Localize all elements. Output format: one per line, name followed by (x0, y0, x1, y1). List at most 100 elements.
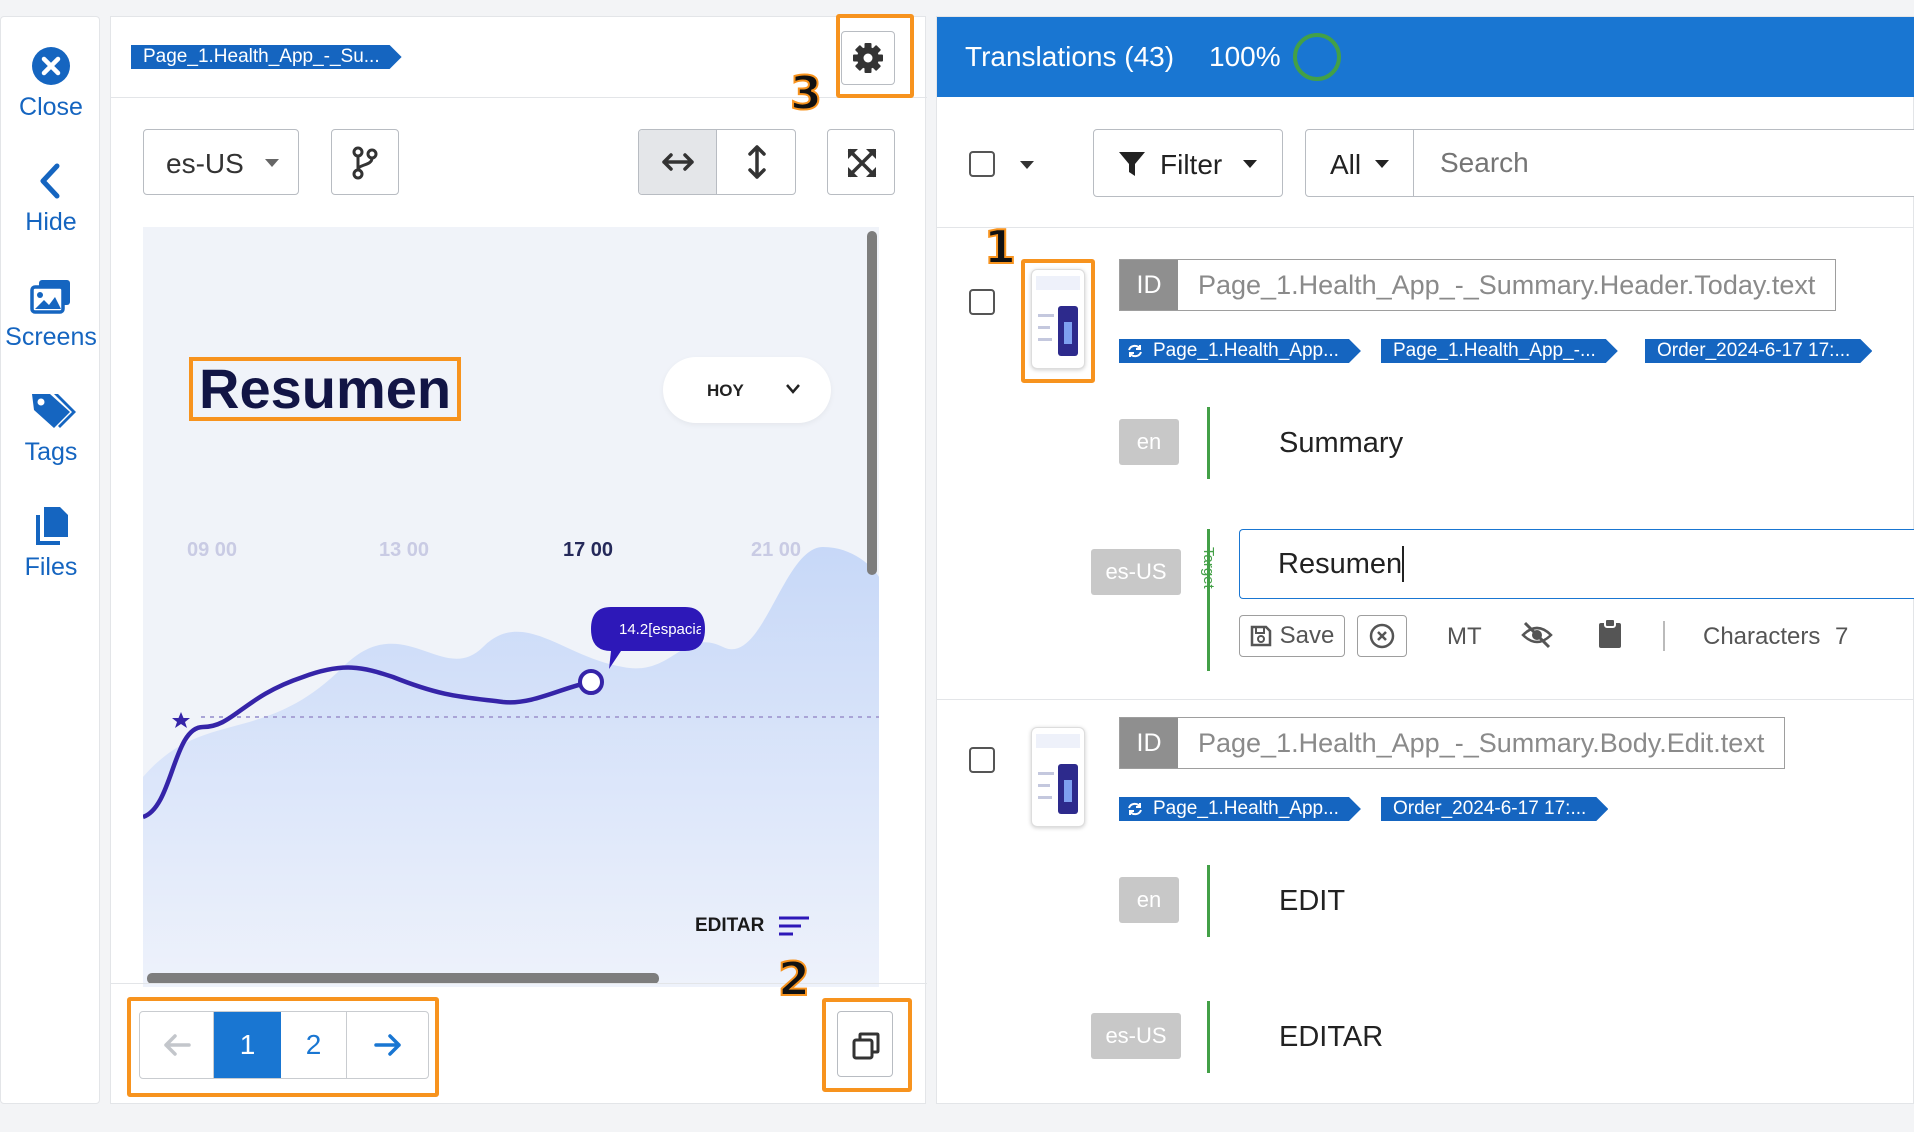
screen-title: Resumen (189, 357, 462, 421)
source-bar (1207, 865, 1210, 937)
characters-label: Characters (1703, 623, 1821, 650)
annotation-2: 2 (777, 951, 811, 1007)
sync-icon (1127, 802, 1143, 816)
expand-button[interactable] (827, 129, 895, 195)
target-input[interactable]: Resumen (1239, 529, 1914, 599)
fit-toggle-group (638, 129, 796, 195)
toolbar-divider (937, 227, 1914, 228)
entry-checkbox[interactable] (969, 747, 995, 773)
rail-screens[interactable]: Screens (1, 275, 101, 352)
rail-screens-label: Screens (5, 323, 97, 351)
translations-panel: Translations (43) 100% Filter All ID Pag… (936, 16, 1914, 1104)
annotation-3: 3 (789, 65, 823, 121)
pagination-page-1[interactable]: 1 (214, 1012, 281, 1078)
pagination: 1 2 (139, 1011, 429, 1079)
eye-slash-icon[interactable] (1521, 621, 1553, 649)
preview-panel: Page_1.Health_App_-_Su... es-US Resumen … (110, 16, 927, 1104)
scope-select[interactable]: All (1306, 130, 1414, 196)
pagination-page-2[interactable]: 2 (281, 1012, 347, 1078)
vertical-scrollbar[interactable] (867, 231, 877, 575)
images-icon (30, 275, 72, 317)
action-divider (1663, 621, 1665, 651)
screen-period-label: HOY (707, 381, 744, 400)
source-bar (1207, 407, 1210, 479)
source-lang-badge: en (1119, 419, 1179, 465)
pagination-next[interactable] (347, 1012, 428, 1078)
target-text[interactable]: EDITAR (1279, 1021, 1383, 1054)
menu-lines-icon (779, 916, 809, 936)
tag-chip[interactable]: Page_1.Health_App... (1119, 339, 1361, 363)
rail-files[interactable]: Files (1, 505, 101, 582)
arrows-horizontal-icon (662, 153, 694, 171)
entry-checkbox[interactable] (969, 289, 995, 315)
search-input[interactable] (1416, 132, 1896, 194)
progress-ring-icon (1293, 33, 1341, 81)
string-id: ID Page_1.Health_App_-_Summary.Body.Edit… (1119, 717, 1786, 769)
entry-divider (937, 699, 1914, 700)
tag-chip[interactable]: Page_1.Health_App... (1119, 797, 1361, 821)
save-button-label: Save (1279, 622, 1335, 649)
rail-tags-label: Tags (24, 438, 78, 466)
screen-thumbnail[interactable] (1031, 269, 1085, 369)
settings-highlight (836, 14, 914, 98)
translation-entry: ID Page_1.Health_App_-_Summary.Body.Edit… (937, 701, 1914, 1101)
tag-chip[interactable]: Page_1.Health_App_-... (1381, 339, 1618, 363)
tags-icon (30, 390, 76, 432)
clipboard-icon[interactable] (1597, 617, 1623, 649)
value-bubble-text: 14.2[espaciado:-15PERCENT:] (619, 621, 701, 638)
source-text: Summary (1279, 427, 1404, 459)
time-label: 13 00 (379, 539, 430, 561)
fit-width-button[interactable] (639, 130, 717, 194)
tag-chip-label: Page_1.Health_App... (1153, 340, 1339, 361)
sync-icon (1127, 344, 1143, 358)
pagination-prev[interactable] (140, 1012, 214, 1078)
rail-files-label: Files (24, 553, 78, 581)
tag-chip[interactable]: Order_2024-6-17 17:... (1381, 797, 1608, 821)
string-id: ID Page_1.Health_App_-_Summary.Header.To… (1119, 259, 1837, 311)
caret-down-icon (265, 159, 279, 167)
caret-down-icon[interactable] (1019, 160, 1035, 170)
caret-down-icon (1243, 160, 1257, 168)
files-icon (30, 505, 72, 547)
chevron-down-icon (786, 384, 800, 394)
annotation-1: 1 (983, 219, 1017, 275)
tag-chip[interactable]: Order_2024-6-17 17:... (1645, 339, 1872, 363)
filter-icon (1119, 152, 1145, 176)
tag-chip-label: Page_1.Health_App... (1153, 798, 1339, 819)
select-all-checkbox[interactable] (969, 151, 995, 177)
target-lang-badge: es-US (1091, 1013, 1181, 1059)
expand-arrows-icon (847, 148, 877, 178)
screen-thumbnail[interactable] (1031, 727, 1085, 827)
branch-button[interactable] (331, 129, 399, 195)
screen-edit-label: EDITAR (695, 915, 765, 936)
locale-select[interactable]: es-US (143, 129, 299, 195)
string-id-label: ID (1120, 260, 1178, 310)
caret-down-icon (1375, 160, 1389, 168)
filter-button[interactable]: Filter (1093, 129, 1283, 197)
time-label: 09 00 (187, 539, 238, 561)
target-input-value: Resumen (1278, 548, 1403, 580)
filter-label: Filter (1160, 149, 1223, 180)
thumbnail-graphic (1036, 734, 1080, 814)
arrow-left-icon (163, 1034, 191, 1056)
rail-close[interactable]: Close (1, 45, 101, 122)
rail-tags[interactable]: Tags (1, 390, 101, 467)
fit-height-button[interactable] (718, 130, 795, 194)
target-lang-badge: es-US (1091, 549, 1181, 595)
translation-entry: ID Page_1.Health_App_-_Summary.Header.To… (937, 229, 1914, 699)
string-id-value: Page_1.Health_App_-_Summary.Header.Today… (1198, 269, 1816, 300)
screen-period-pill: HOY (663, 357, 831, 423)
mt-button[interactable]: MT (1447, 623, 1482, 651)
preview-breadcrumb[interactable]: Page_1.Health_App_-_Su... (131, 45, 402, 69)
chart-graphic (143, 547, 879, 987)
rail-hide[interactable]: Hide (1, 160, 101, 237)
save-button[interactable]: Save (1239, 615, 1345, 657)
cancel-button[interactable] (1357, 615, 1407, 657)
time-label-active: 17 00 (563, 539, 614, 561)
source-lang-badge: en (1119, 877, 1179, 923)
chevron-left-icon (30, 160, 72, 202)
cancel-circle-icon (1369, 623, 1395, 649)
left-rail: Close Hide Screens Tags Files (0, 16, 100, 1104)
scope-select-value: All (1330, 149, 1362, 180)
time-label: 21 00 (751, 539, 802, 561)
